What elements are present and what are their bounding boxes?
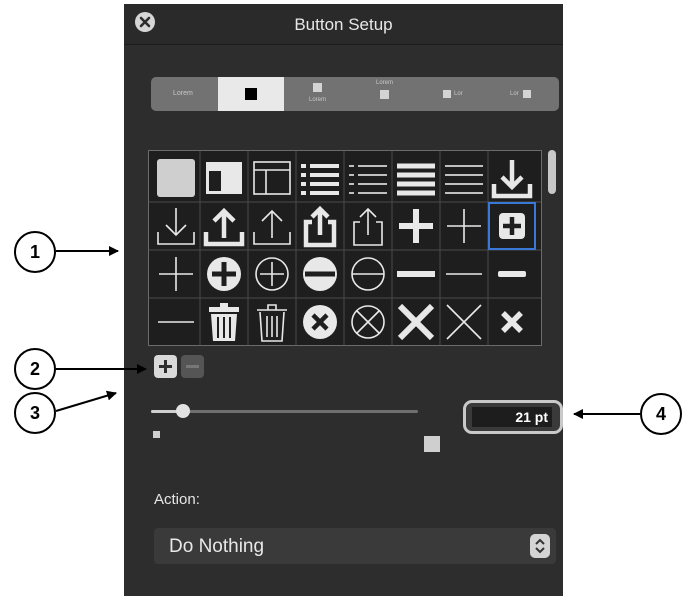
callout-3-arrow (55, 390, 117, 412)
callout-3: 3 (14, 392, 56, 434)
callout-4: 4 (640, 393, 682, 435)
icon-grid-scrollbar[interactable] (548, 150, 556, 194)
callout-2: 2 (14, 348, 56, 390)
callout-1: 1 (14, 231, 56, 273)
callout-arrows (55, 246, 640, 419)
